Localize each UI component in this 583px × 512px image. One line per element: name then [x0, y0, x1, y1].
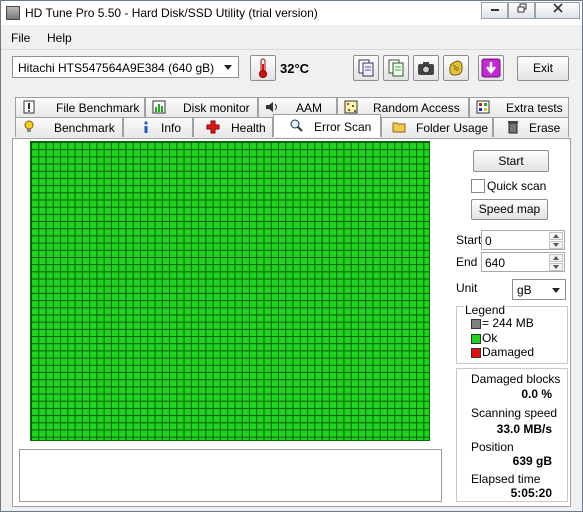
chevron-down-icon — [224, 65, 232, 70]
legend-damaged-label: Damaged — [482, 345, 535, 359]
extra-tests-icon — [476, 100, 490, 114]
position-value: 639 gB — [512, 454, 552, 468]
spin-up-icon[interactable] — [549, 254, 563, 262]
tab-label: Erase — [529, 121, 561, 135]
tab-disk-monitor[interactable]: Disk monitor — [145, 97, 258, 117]
tab-label: Info — [161, 121, 182, 135]
tab-file-benchmark[interactable]: File Benchmark — [15, 97, 145, 117]
camera-icon — [418, 62, 434, 75]
window-title: HD Tune Pro 5.50 - Hard Disk/SSD Utility… — [25, 6, 318, 20]
spin-up-icon[interactable] — [549, 232, 563, 240]
download-arrow-icon — [481, 58, 501, 78]
position-label: Position — [471, 440, 514, 454]
chevron-down-icon — [552, 288, 560, 293]
health-cross-icon — [206, 120, 220, 134]
spin-down-icon[interactable] — [549, 263, 563, 271]
tab-benchmark[interactable]: Benchmark — [15, 117, 123, 137]
end-position-label: End — [456, 255, 478, 269]
copy-all-button[interactable] — [383, 55, 409, 81]
legend-title: Legend — [464, 303, 507, 317]
menu-file[interactable]: File — [11, 31, 30, 45]
drive-select[interactable]: Hitachi HTS547564A9E384 (640 gB) — [12, 56, 239, 78]
menu-help[interactable]: Help — [47, 31, 72, 45]
app-disk-icon — [6, 6, 20, 20]
info-icon — [144, 121, 148, 133]
tab-error-scan[interactable]: Error Scan — [273, 114, 381, 137]
copy-all-icon — [388, 59, 404, 77]
unit-label: Unit — [456, 281, 478, 295]
legend-block-swatch — [471, 319, 481, 329]
copy-icon — [358, 59, 374, 77]
restore-icon — [517, 3, 526, 13]
magnifier-icon — [290, 119, 303, 132]
temperature-readout: 32°C — [280, 61, 310, 76]
tab-label: Health — [231, 121, 266, 135]
options-button[interactable] — [443, 55, 469, 81]
tab-label: AAM — [296, 101, 323, 115]
start-position-spinner[interactable]: 0 — [481, 230, 565, 250]
drive-select-value: Hitachi HTS547564A9E384 (640 gB) — [18, 61, 215, 75]
tab-label: Random Access — [373, 101, 460, 115]
tab-health[interactable]: Health — [193, 117, 273, 137]
minimize-icon — [490, 9, 499, 11]
end-position-spinner[interactable]: 640 — [481, 252, 565, 272]
folder-icon — [392, 122, 406, 133]
trash-icon — [508, 121, 518, 134]
app-window: HD Tune Pro 5.50 - Hard Disk/SSD Utility… — [0, 0, 583, 512]
legend-ok-swatch — [471, 334, 481, 344]
temperature-button[interactable] — [250, 55, 276, 81]
tab-label: Folder Usage — [416, 121, 489, 135]
quick-scan-checkbox[interactable] — [471, 179, 485, 193]
elapsed-time-value: 5:05:20 — [510, 486, 552, 500]
file-benchmark-icon — [23, 100, 35, 114]
start-position-label: Start — [456, 233, 482, 247]
close-icon — [552, 3, 563, 13]
maximize-button[interactable] — [508, 2, 535, 19]
random-access-icon — [344, 100, 358, 114]
title-bar: HD Tune Pro 5.50 - Hard Disk/SSD Utility… — [1, 1, 582, 25]
tab-erase[interactable]: Erase — [493, 117, 569, 137]
tab-folder-usage[interactable]: Folder Usage — [381, 117, 493, 137]
speaker-icon — [266, 102, 277, 112]
unit-select[interactable]: gB — [512, 279, 566, 300]
legend-block-size: = 244 MB — [482, 316, 534, 330]
menu-separator — [1, 49, 582, 50]
tab-label: Error Scan — [314, 120, 372, 134]
damaged-blocks-value: 0.0 % — [521, 387, 552, 401]
tab-info[interactable]: Info — [123, 117, 193, 137]
tab-extra-tests[interactable]: Extra tests — [469, 97, 569, 117]
legend-damaged-swatch — [471, 348, 481, 358]
end-position-value: 640 — [485, 256, 506, 270]
screenshot-button[interactable] — [413, 55, 439, 81]
disk-monitor-icon — [152, 100, 166, 114]
minimize-button[interactable] — [481, 2, 508, 19]
exit-button[interactable]: Exit — [517, 56, 569, 81]
lightbulb-icon — [24, 120, 34, 132]
elapsed-time-label: Elapsed time — [471, 472, 541, 486]
tab-label: File Benchmark — [56, 101, 140, 115]
thermometer-icon — [259, 58, 267, 78]
spin-down-icon[interactable] — [549, 241, 563, 249]
start-button[interactable]: Start — [473, 150, 549, 172]
damaged-blocks-label: Damaged blocks — [471, 372, 561, 386]
scan-log-box[interactable] — [19, 449, 442, 502]
copy-info-button[interactable] — [353, 55, 379, 81]
start-position-value: 0 — [485, 234, 492, 248]
quick-scan-label: Quick scan — [487, 179, 547, 193]
scan-block-map — [30, 141, 430, 441]
save-button[interactable] — [478, 55, 504, 81]
scanning-speed-value: 33.0 MB/s — [496, 422, 552, 436]
unit-select-value: gB — [517, 283, 532, 297]
legend-ok-label: Ok — [482, 331, 498, 345]
hand-tool-icon — [449, 60, 463, 76]
scanning-speed-label: Scanning speed — [471, 406, 558, 420]
tab-label: Disk monitor — [183, 101, 250, 115]
tab-label: Benchmark — [54, 121, 115, 135]
close-button[interactable] — [535, 2, 580, 19]
speed-map-button[interactable]: Speed map — [471, 199, 548, 220]
menu-bar: File Help — [1, 28, 582, 48]
tab-label: Extra tests — [506, 101, 563, 115]
